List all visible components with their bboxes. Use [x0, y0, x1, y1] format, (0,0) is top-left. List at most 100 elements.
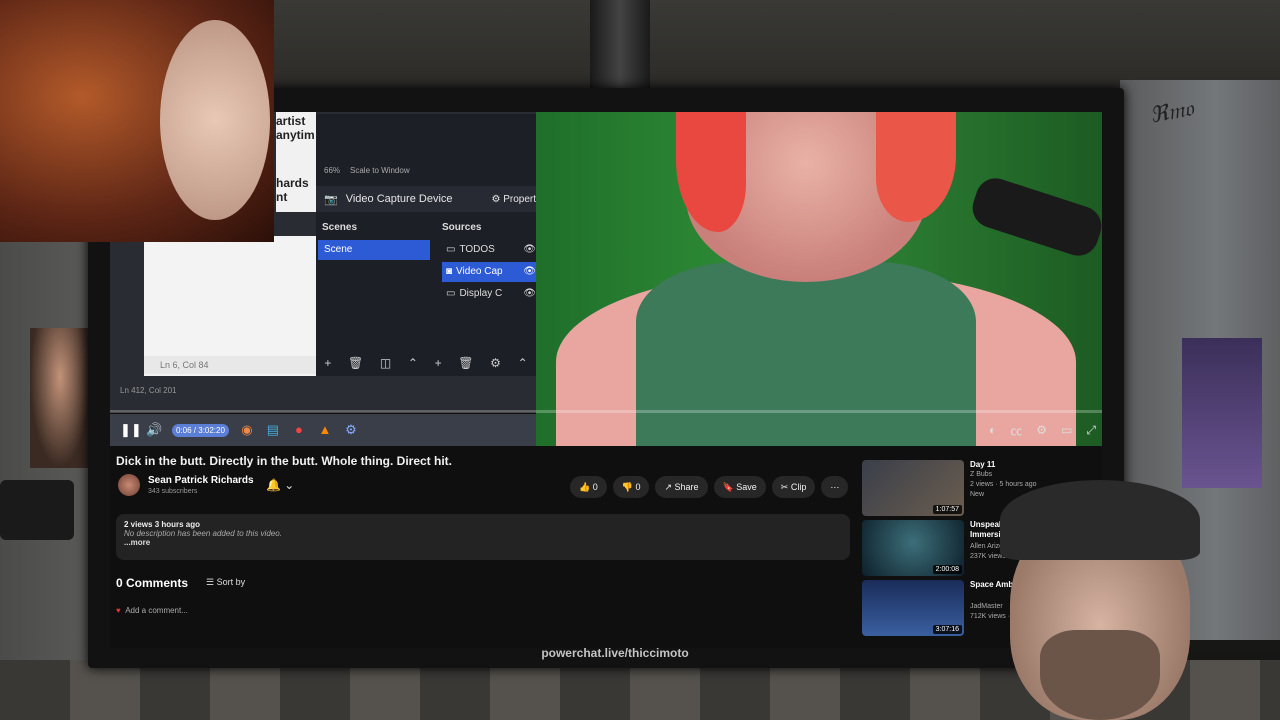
snippet-line: anytim [276, 128, 315, 142]
duration-badge: 3:07:16 [932, 625, 962, 634]
description-box[interactable]: 2 views 3 hours ago No description has b… [116, 514, 850, 560]
dislike-count: 0 [635, 482, 641, 492]
add-icon[interactable]: + [435, 356, 442, 370]
gear-icon[interactable]: ⚙ [490, 356, 501, 370]
obs-scale[interactable]: Scale to Window [350, 166, 410, 180]
suggested-thumbnail[interactable]: 3:07:16 [862, 580, 964, 636]
sources-header: Sources [442, 222, 482, 233]
notes-icon[interactable]: ▤ [265, 422, 281, 438]
clip-button[interactable]: ✂ Clip [771, 476, 816, 498]
eye-icon[interactable]: 👁 [523, 284, 536, 304]
comments-count: 0 Comments [116, 576, 189, 590]
wall-portrait [30, 328, 90, 468]
chevron-up-icon[interactable]: ⌃ [518, 356, 528, 370]
chevron-up-icon[interactable]: ⌃ [408, 356, 418, 370]
camera-icon: 📷 [324, 193, 338, 206]
notepad-status: Ln 6, Col 84 [144, 356, 316, 374]
share-label: Share [674, 482, 699, 492]
tripod-camera [0, 480, 74, 540]
eye-icon[interactable]: 👁 [523, 240, 536, 260]
properties-label: Propert [503, 193, 536, 205]
autoplay-toggle-icon[interactable]: ◐ [989, 423, 996, 437]
monitor-icon: ▭ [446, 288, 456, 299]
user-avatar-icon: ♥ [116, 606, 121, 615]
chrome-icon[interactable]: ◉ [239, 422, 255, 438]
player-right-controls: ◐ ㏄ ⚙ ▭ ⤢ [964, 420, 1102, 440]
description-text: No description has been added to this vi… [124, 529, 282, 538]
player-controls: ❚❚ 🔊 0:06 / 3:02:20 ◉ ▤ ● ▲ ⚙ [110, 414, 536, 446]
add-comment-placeholder: Add a comment... [125, 606, 188, 615]
like-button[interactable]: 👍 0 [570, 476, 607, 498]
vlc-icon[interactable]: ▲ [317, 422, 333, 438]
share-button[interactable]: ↗ Share [655, 476, 708, 498]
streamer-webcam [960, 470, 1280, 720]
obs-source-toolbar: 📷 Video Capture Device ⚙ Propert [316, 186, 536, 212]
source-item[interactable]: ▭ TODOS 👁 [442, 240, 536, 260]
more-actions-button[interactable]: ⋯ [821, 476, 849, 498]
like-count: 0 [592, 482, 598, 492]
ceiling-pipe [590, 0, 650, 95]
pause-icon[interactable]: ❚❚ [120, 422, 142, 438]
trash-icon[interactable]: 🗑 [348, 356, 363, 370]
suggested-thumbnail[interactable]: 1:07:57 [862, 460, 964, 516]
snippet-line: nt [276, 190, 288, 204]
suggested-title[interactable]: Day 11 [970, 460, 1090, 470]
view-meta: 2 views 3 hours ago [124, 520, 201, 529]
browser-snippet-text: artist anytim hards nt [276, 114, 316, 204]
captions-icon[interactable]: ㏄ [1010, 422, 1022, 439]
wall-poster [1182, 338, 1262, 488]
gear-icon[interactable]: ⚙ [1036, 423, 1047, 437]
suggested-thumbnail[interactable]: 2:00:08 [862, 520, 964, 576]
trash-icon[interactable]: 🗑 [458, 356, 473, 370]
eye-icon[interactable]: 👁 [523, 262, 536, 282]
fullscreen-icon[interactable]: ⤢ [1086, 423, 1096, 438]
source-label: TODOS [459, 244, 495, 255]
camera-icon: ◙ [446, 266, 453, 277]
subscriber-count: 343 subscribers [148, 488, 198, 495]
source-label: Video Cap [456, 266, 503, 277]
stream-watermark: powerchat.live/thiccimoto [541, 646, 689, 660]
filter-icon[interactable]: ◫ [380, 356, 391, 370]
microphone [967, 173, 1102, 261]
video-title: Dick in the butt. Directly in the butt. … [116, 454, 452, 468]
streamer-beard [1040, 630, 1160, 720]
duration-badge: 2:00:08 [932, 565, 962, 574]
editor-status: Ln 412, Col 201 [120, 386, 177, 395]
bell-icon[interactable]: 🔔 ⌄ [266, 478, 294, 492]
miniplayer-icon[interactable]: ▭ [1061, 423, 1072, 437]
more-link[interactable]: ...more [124, 538, 842, 547]
channel-name[interactable]: Sean Patrick Richards [148, 475, 254, 486]
notepad-window[interactable] [144, 236, 316, 376]
webcam-overlay-top-left [0, 0, 274, 242]
video-progress-bar[interactable] [110, 410, 1102, 413]
source-item[interactable]: ◙ Video Cap 👁 [442, 262, 536, 282]
save-label: Save [736, 482, 757, 492]
obs-window: 66% Scale to Window 📷 Video Capture Devi… [316, 114, 536, 376]
save-button[interactable]: 🔖 Save [713, 476, 766, 498]
video-subject-hair [876, 112, 956, 222]
volume-icon[interactable]: 🔊 [146, 422, 162, 438]
video-subject-shirt [636, 262, 976, 446]
streamer-cap [1000, 480, 1200, 560]
video-subject-hair [676, 112, 746, 232]
obs-bottom-tools: + 🗑 ◫ ⌃ + 🗑 ⚙ ⌃ [316, 352, 536, 374]
dislike-button[interactable]: 👎 0 [612, 476, 650, 498]
obs-zoom[interactable]: 66% [324, 166, 340, 180]
settings-icon[interactable]: ⚙ [343, 422, 359, 438]
sort-by-button[interactable]: ☰ Sort by [206, 577, 245, 588]
monitor-icon: ▭ [446, 244, 456, 255]
add-icon[interactable]: + [324, 356, 331, 370]
add-comment-field[interactable]: ♥ Add a comment... [116, 606, 188, 615]
capture-label: Video Capture Device [345, 193, 453, 205]
obs-icon[interactable]: ● [291, 422, 307, 438]
time-display: 0:06 / 3:02:20 [172, 423, 229, 437]
properties-button[interactable]: ⚙ Propert [491, 194, 536, 205]
avatar[interactable] [118, 474, 140, 496]
video-actions: 👍 0 👎 0 ↗ Share 🔖 Save ✂ Clip ⋯ [570, 476, 849, 498]
webcam-subject [160, 20, 270, 220]
video-player[interactable] [536, 112, 1102, 446]
snippet-line: hards [276, 176, 309, 190]
source-item[interactable]: ▭ Display C 👁 [442, 284, 536, 304]
scene-item[interactable]: Scene [318, 240, 430, 260]
obs-zoom-bar: 66% Scale to Window [316, 166, 544, 180]
